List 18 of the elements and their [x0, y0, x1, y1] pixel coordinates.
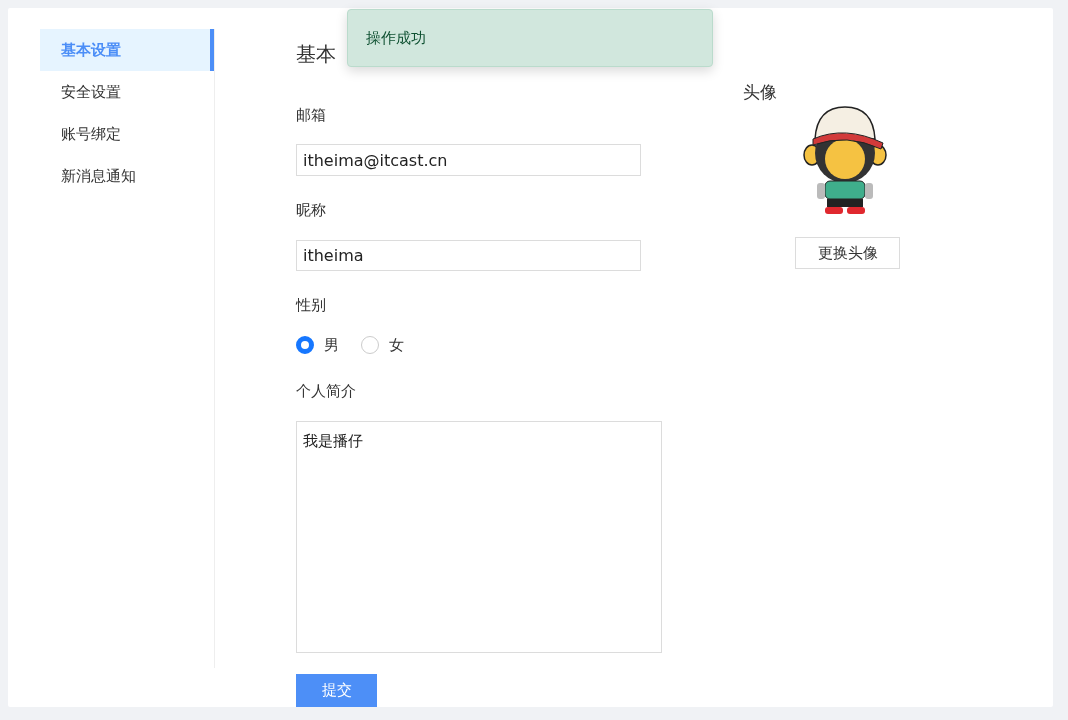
radio-label: 男	[324, 335, 339, 355]
change-avatar-button[interactable]: 更换头像	[795, 237, 900, 269]
email-field[interactable]: itheima@itcast.cn	[296, 144, 641, 176]
field-label: 性别	[296, 296, 326, 317]
sidebar-item[interactable]: 安全设置	[40, 71, 214, 113]
field-label: 邮箱	[296, 105, 326, 126]
sidebar-item[interactable]: 账号绑定	[40, 113, 214, 155]
nickname-field[interactable]: itheima	[296, 239, 641, 272]
radio-button[interactable]	[296, 336, 314, 355]
sidebar-item[interactable]: 新消息通知	[40, 155, 214, 197]
radio-button[interactable]	[361, 336, 379, 355]
bio-field[interactable]: 我是播仔	[296, 420, 662, 654]
avatar-label: 头像	[743, 81, 777, 103]
page-heading: 基本	[296, 41, 336, 68]
toast-message: 操作成功	[366, 28, 426, 48]
field-label: 昵称	[296, 201, 326, 221]
radio-label: 女	[389, 335, 404, 355]
field-label: 个人简介	[296, 381, 356, 402]
